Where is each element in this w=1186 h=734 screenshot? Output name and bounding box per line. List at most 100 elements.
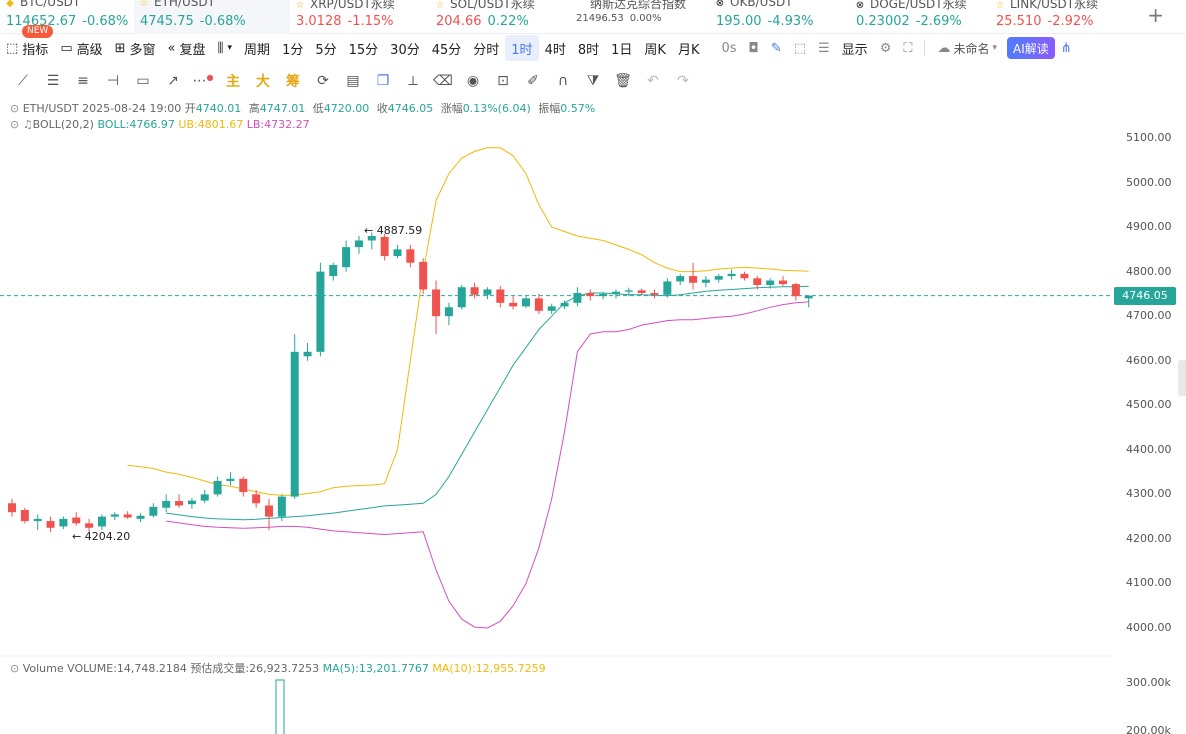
period-option[interactable]: 分时 <box>467 35 505 61</box>
period-option[interactable]: 4时 <box>539 35 572 61</box>
pen-icon[interactable]: ✎ <box>765 35 788 61</box>
trash-icon[interactable]: 🗑 <box>608 73 638 89</box>
star-icon: ◆ <box>6 0 14 9</box>
settings-icon[interactable]: ⚙ <box>874 35 898 61</box>
ticker-price: 204.66 <box>436 14 482 29</box>
main-chart-button[interactable]: 主 <box>218 71 248 91</box>
ticker-name: ⊗ OKB/USDT <box>710 0 793 9</box>
ticker-item[interactable]: 纳斯达克综合指数 21496.53 0.00% <box>570 0 710 34</box>
arrow-icon[interactable]: ↗ <box>158 73 188 89</box>
horizontal-lines-icon[interactable]: ☰ <box>38 73 68 89</box>
low-annotation: ← 4204.20 <box>72 530 131 543</box>
period-option[interactable]: 周K <box>638 35 672 61</box>
more-icon[interactable]: ⋯● <box>188 73 218 89</box>
chart-toolbar: ⬚ 指标 NEW ▭ 高级 ⊞ 多窗 «复盘 ⫼ ▾ 周期 1分 5分 15分 30分 45分 分时… <box>0 25 1186 62</box>
chart-type-button[interactable]: ⫼ ▾ <box>212 35 239 61</box>
period-option[interactable]: 1日 <box>605 35 638 61</box>
cloud-layout-button[interactable]: ☁ 未命名 ▾ <box>931 35 1003 61</box>
bell-icon[interactable]: ♫ <box>23 118 33 131</box>
ticker-item[interactable]: ☆ LINK/USDT永续 25.510 -2.92% <box>990 0 1130 34</box>
trend-line-icon[interactable]: ⟋ <box>8 73 38 89</box>
candle-body <box>560 302 569 307</box>
undo-icon[interactable]: ↶ <box>638 73 668 89</box>
collapse-icon[interactable]: ⊙ <box>10 118 19 131</box>
boll-name: BOLL(20,2) <box>32 118 94 131</box>
collapse-icon[interactable]: ⊙ <box>10 662 19 675</box>
replay-button[interactable]: «复盘 <box>162 35 212 61</box>
big-order-button[interactable]: 大 <box>248 71 278 91</box>
camera-icon[interactable]: ◘ <box>743 35 765 61</box>
period-option[interactable]: 5分 <box>309 35 342 61</box>
period-option[interactable]: 1时 <box>505 35 539 61</box>
ticker-item[interactable]: ☆ XRP/USDT永续 3.0128 -1.15% <box>290 0 430 34</box>
boll-info: ⊙ ♫BOLL(20,2) BOLL:4766.97 UB:4801.67 LB… <box>10 118 310 131</box>
candle-body <box>136 515 145 519</box>
sidebar-handle[interactable] <box>1178 360 1186 396</box>
period-option[interactable]: 1分 <box>276 35 309 61</box>
ticker-change: 0.00% <box>629 13 662 24</box>
period-list: 1分 5分 15分 30分 45分 分时 1时 4时 8时 1日 周K 月K <box>276 35 705 61</box>
note-icon[interactable]: ✐ <box>518 73 548 89</box>
period-option[interactable]: 15分 <box>343 35 385 61</box>
star-icon: ☆ <box>435 0 445 11</box>
ticker-symbol: OKB/USDT <box>730 0 793 9</box>
ticker-item[interactable]: ◆ BTC/USDT 114652.67 -0.68% <box>0 0 134 34</box>
ruler-icon[interactable]: ⟂ <box>398 73 428 89</box>
add-ticker-icon[interactable]: + <box>1147 3 1164 27</box>
exchange-icon: ⊗ <box>715 0 725 9</box>
ticker-name: ☆ XRP/USDT永续 <box>290 0 395 12</box>
candle-body <box>586 293 595 297</box>
ticker-item[interactable]: ⊗ DOGE/USDT永续 0.23002 -2.69% <box>850 0 990 34</box>
lock-icon[interactable]: ⊡ <box>488 73 518 89</box>
candle-body <box>72 517 81 524</box>
ticker-price: 21496.53 <box>576 13 624 24</box>
close-value: 4746.05 <box>387 102 434 115</box>
multi-window-label: 多窗 <box>129 42 156 58</box>
period-option[interactable]: 30分 <box>384 35 426 61</box>
low-label: 低 <box>312 102 324 115</box>
candle-body <box>663 281 672 295</box>
y-axis-label: 4300.00 <box>1126 487 1172 501</box>
copy-icon[interactable]: ❐ <box>368 73 398 89</box>
eraser-icon[interactable]: ⌫ <box>428 73 458 89</box>
parallel-lines-icon[interactable]: ≡ <box>68 73 98 89</box>
candle-body <box>509 302 518 307</box>
share-icon[interactable]: ⋔ <box>1055 35 1078 61</box>
eye-icon[interactable]: ◉ <box>458 73 488 89</box>
ai-interpret-button[interactable]: AI解读 <box>1007 37 1055 59</box>
period-option[interactable]: 8时 <box>572 35 605 61</box>
horizontal-line-icon[interactable]: ⊣ <box>98 73 128 89</box>
period-option[interactable]: 45分 <box>426 35 468 61</box>
multi-window-button[interactable]: ⊞ 多窗 <box>109 35 162 61</box>
display-button[interactable]: 显示 <box>836 35 874 61</box>
calculator-icon[interactable]: ▤ <box>338 73 368 89</box>
indicator-button[interactable]: ⬚ 指标 NEW <box>0 25 54 61</box>
collapse-icon[interactable]: ⊙ <box>10 102 19 115</box>
low-value: 4720.00 <box>323 102 370 115</box>
y-axis-label: 5100.00 <box>1126 131 1172 144</box>
period-option[interactable]: 月K <box>672 35 706 61</box>
ticker-item[interactable]: ⊗ OKB/USDT 195.00 -4.93% <box>710 0 850 34</box>
candlestick-chart[interactable] <box>0 96 1186 734</box>
drawing-toolbar: ⟋ ☰ ≡ ⊣ ▭ ↗ ⋯● 主 大 筹 ⟳ ▤ ❐ ⟂ ⌫ ◉ ⊡ ✐ ∩ ⧩… <box>0 64 1186 98</box>
ticker-quote: 25.510 -2.92% <box>996 14 1094 29</box>
fullscreen-icon[interactable]: ⛶ <box>897 35 918 61</box>
magnet-icon[interactable]: ∩ <box>548 73 578 89</box>
refresh-icon[interactable]: ⟳ <box>308 73 338 89</box>
y-axis-label: 5000.00 <box>1126 175 1172 189</box>
ticker-item[interactable]: ☆ SOL/USDT永续 204.66 0.22% <box>430 0 570 34</box>
chart-area[interactable]: ⊙ ETH/USDT 2025-08-24 19:00 开4740.01 高47… <box>0 96 1186 734</box>
y-axis-label: 4900.00 <box>1126 220 1172 234</box>
candle-body <box>676 276 685 282</box>
ticker-item[interactable]: ☆ ETH/USDT 4745.75 -0.68% <box>134 0 290 34</box>
advanced-button[interactable]: ▭ 高级 <box>54 35 108 61</box>
filter-icon[interactable]: ⧩ <box>578 73 608 89</box>
select-icon[interactable]: ⬚ <box>788 35 812 61</box>
candle-body <box>162 501 171 508</box>
redo-icon[interactable]: ↷ <box>668 73 698 89</box>
list-icon[interactable]: ☰ <box>812 35 836 61</box>
open-value: 4740.01 <box>195 102 242 115</box>
rectangle-icon[interactable]: ▭ <box>128 73 158 89</box>
chips-button[interactable]: 筹 <box>278 71 308 91</box>
candle-body <box>419 261 428 290</box>
